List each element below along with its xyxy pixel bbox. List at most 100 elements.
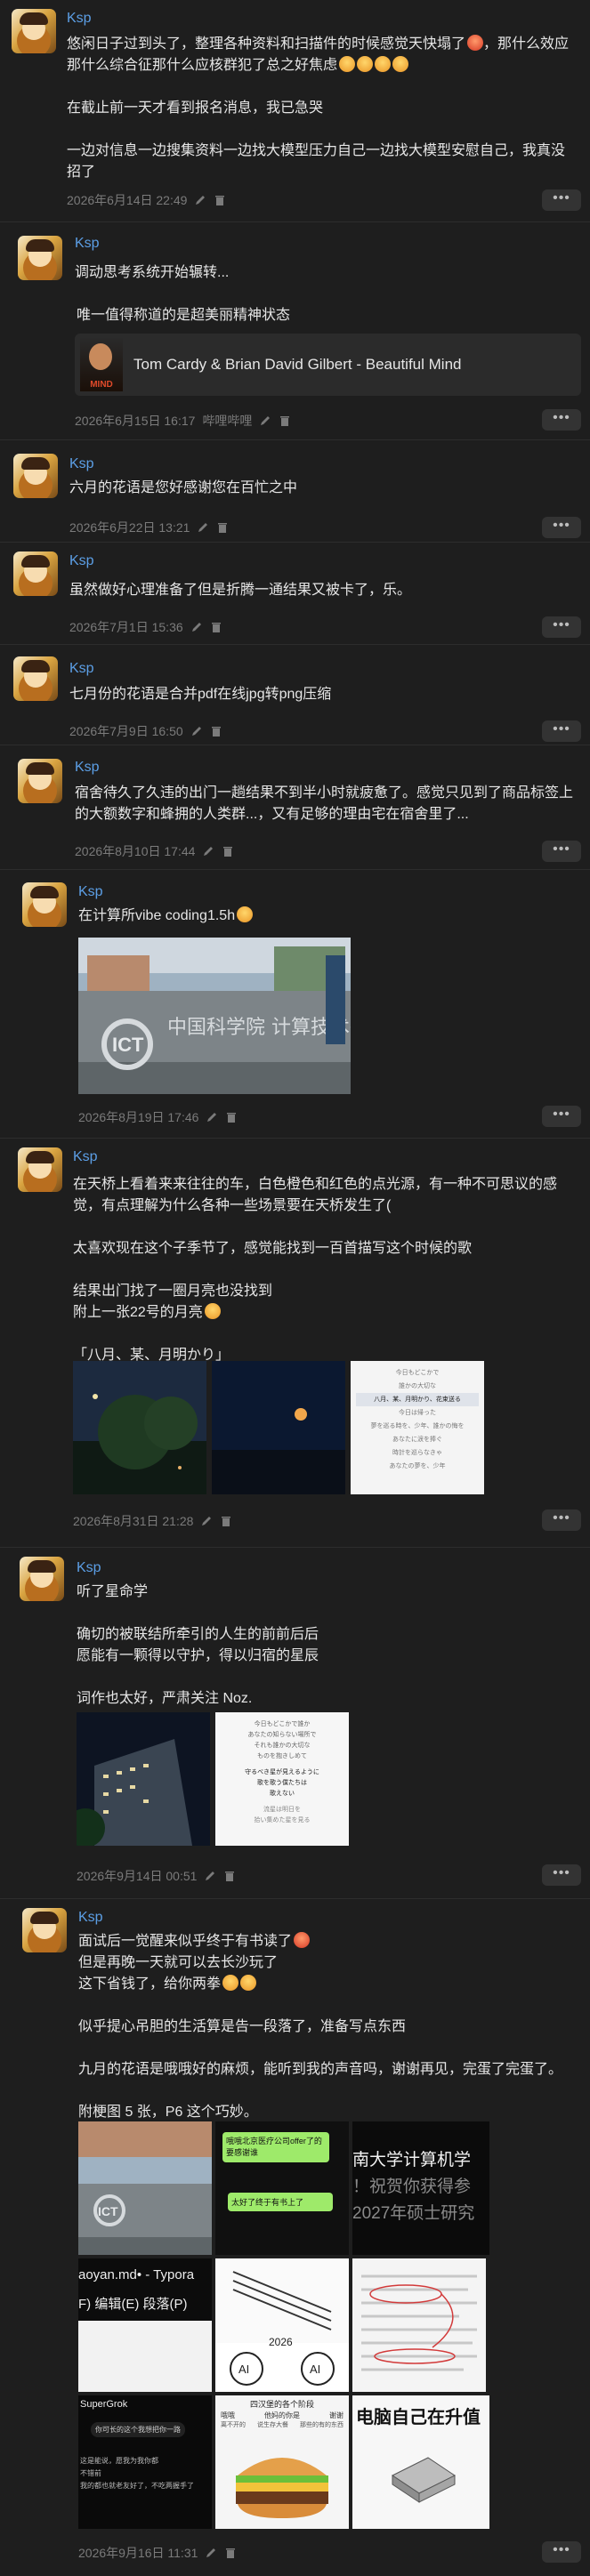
edit-icon[interactable]: [190, 621, 203, 633]
edit-icon[interactable]: [194, 194, 206, 206]
more-button[interactable]: •••: [542, 616, 581, 638]
phone-lyrics-screenshot[interactable]: 今日もどこかで誰か あなたの知らない場所で それも誰かの大切な ものを抱きしめて…: [215, 1712, 349, 1846]
avatar[interactable]: [22, 882, 67, 927]
post-meta: 2026年7月1日 15:36: [69, 618, 222, 636]
post: Ksp 调动思考系统开始辗转... 唯一值得称道的是超美丽精神状态 MIND T…: [0, 222, 590, 440]
post-text: 这下省钱了，给你两拳: [78, 1974, 581, 1995]
grid-burger-meme[interactable]: 四汉堡的各个阶段 哦哦 他妈的你是 谢谢 离不开的 说生存大餐 那些的有的东西: [215, 2395, 349, 2529]
avatar[interactable]: [22, 1908, 67, 1952]
grid-ai-comic[interactable]: 2026 AI AI: [215, 2258, 349, 2392]
edit-icon[interactable]: [197, 521, 209, 534]
sticker-icon: [339, 56, 356, 72]
avatar[interactable]: [13, 551, 58, 596]
grid-admission-text[interactable]: 南大学计算机学 ！祝贺你获得参 2027年硕士研究: [352, 2121, 489, 2255]
avatar[interactable]: [13, 454, 58, 498]
music-card[interactable]: MIND Tom Cardy & Brian David Gilbert - B…: [75, 334, 581, 396]
hard-drive-icon: [392, 2457, 456, 2503]
grid-typora-screenshot[interactable]: aoyan.md• - Typora F) 编辑(E) 段落(P): [78, 2258, 212, 2392]
photo-night-street[interactable]: [73, 1361, 206, 1494]
source-label[interactable]: 哔哩哔哩: [202, 412, 252, 430]
lyrics-screenshot[interactable]: 今日もどこかで 誰かの大切な 八月、某、月明かり、花束送る 今日は帰った 夢を巡…: [351, 1361, 484, 1494]
photo-ict-building[interactable]: ICT 中国科学院 计算技术研究所: [78, 938, 351, 1094]
post-text: 唯一值得称道的是超美丽精神状态: [77, 308, 291, 323]
grid-grok-screenshot[interactable]: SuperGrok 你可长的这个我想把你一路 这是能说，愿我为我你都 不错前 我…: [78, 2395, 212, 2529]
delete-icon[interactable]: [279, 415, 291, 427]
author-name[interactable]: Ksp: [77, 1560, 101, 1576]
grid-chat-screenshot[interactable]: 哦哦北京医疗公司offer了的要感谢谁 太好了终于有书上了: [215, 2121, 349, 2255]
photo-building-night[interactable]: [77, 1712, 210, 1846]
author-name[interactable]: Ksp: [75, 236, 100, 252]
edit-icon[interactable]: [204, 1870, 216, 1882]
grid-annotated-document[interactable]: [352, 2258, 486, 2392]
more-button[interactable]: •••: [542, 2541, 581, 2563]
edit-icon[interactable]: [200, 1515, 213, 1527]
post-text: 附梗图 5 张，P6 这个巧妙。: [78, 2105, 258, 2120]
delete-icon[interactable]: [223, 1870, 236, 1882]
avatar[interactable]: [18, 1147, 62, 1192]
more-button[interactable]: •••: [542, 1509, 581, 1531]
avatar[interactable]: [20, 1557, 64, 1601]
post-text: 招了: [67, 165, 96, 180]
delete-icon[interactable]: [222, 845, 234, 857]
author-name[interactable]: Ksp: [78, 1910, 103, 1926]
post-text: 那什么综合征那什么应核群犯了总之好焦虑: [67, 55, 581, 76]
more-button[interactable]: •••: [542, 1864, 581, 1886]
edit-icon[interactable]: [259, 415, 271, 427]
photo-moon[interactable]: [212, 1361, 345, 1494]
avatar[interactable]: [12, 9, 56, 53]
delete-icon[interactable]: [210, 621, 222, 633]
author-name[interactable]: Ksp: [75, 760, 100, 776]
post-text: 在计算所vibe coding1.5h: [78, 906, 581, 927]
more-button[interactable]: •••: [542, 517, 581, 538]
angry-sticker-icon: [467, 35, 484, 51]
post-text: 七月份的花语是合并pdf在线jpg转png压缩: [69, 687, 332, 702]
author-name[interactable]: Ksp: [69, 661, 94, 677]
avatar[interactable]: [13, 656, 58, 701]
author-name[interactable]: Ksp: [67, 11, 92, 27]
post-meta: 2026年8月10日 17:44: [75, 842, 234, 860]
post-text: 一边对信息一边搜集资料一边找大模型压力自己一边找大模型安慰自己，我真没: [67, 143, 566, 158]
album-cover: MIND: [80, 338, 123, 391]
post-meta: 2026年9月14日 00:51: [77, 1867, 236, 1885]
more-button[interactable]: •••: [542, 1106, 581, 1127]
edit-icon[interactable]: [190, 725, 203, 737]
timestamp: 2026年7月9日 16:50: [69, 724, 183, 738]
more-button[interactable]: •••: [542, 841, 581, 862]
avatar[interactable]: [18, 759, 62, 803]
more-button[interactable]: •••: [542, 189, 581, 211]
post-text: 六月的花语是您好感谢您在百忙之中: [69, 480, 298, 495]
timestamp: 2026年6月22日 13:21: [69, 520, 190, 535]
edit-icon[interactable]: [205, 2547, 217, 2559]
grid-computer-meme[interactable]: 电脑自己在升值: [352, 2395, 489, 2529]
delete-icon[interactable]: [214, 194, 226, 206]
post-text: 宿舍待久了久违的出门一趟结果不到半小时就疲惫了。感觉只见到了商品标签上: [75, 785, 574, 801]
author-name[interactable]: Ksp: [78, 884, 103, 900]
author-name[interactable]: Ksp: [69, 456, 94, 472]
post-text: 似乎提心吊胆的生活算是告一段落了，准备写点东西: [78, 2019, 407, 2034]
fist-sticker-icon: [240, 1975, 257, 1991]
more-button[interactable]: •••: [542, 720, 581, 742]
post-text: 虽然做好心理准备了但是折腾一通结果又被卡了，乐。: [69, 583, 412, 598]
delete-icon[interactable]: [225, 1111, 238, 1123]
timestamp: 2026年7月1日 15:36: [69, 620, 183, 634]
timestamp: 2026年6月15日 16:17: [75, 414, 196, 428]
music-title: Tom Cardy & Brian David Gilbert - Beauti…: [133, 356, 462, 373]
delete-icon[interactable]: [224, 2547, 237, 2559]
author-name[interactable]: Ksp: [69, 553, 94, 569]
post-meta: 2026年8月31日 21:28: [73, 1512, 232, 1530]
post-text: 在天桥上看着来来往往的车，白色橙色和红色的点光源，有一种不可思议的感: [73, 1177, 558, 1192]
post-text: 九月的花语是哦哦好的麻烦，能听到我的声音吗，谢谢再见，完蛋了完蛋了。: [78, 2062, 563, 2077]
edit-icon[interactable]: [206, 1111, 218, 1123]
delete-icon[interactable]: [220, 1515, 232, 1527]
sticker-icon: [237, 906, 254, 922]
timestamp: 2026年9月16日 11:31: [78, 2546, 198, 2560]
author-name[interactable]: Ksp: [73, 1149, 98, 1165]
grid-photo-ict[interactable]: ICT: [78, 2121, 212, 2255]
edit-icon[interactable]: [202, 845, 214, 857]
post: Ksp 在天桥上看着来来往往的车，白色橙色和红色的点光源，有一种不可思议的感 觉…: [0, 1139, 590, 1548]
delete-icon[interactable]: [216, 521, 229, 534]
avatar[interactable]: [18, 236, 62, 280]
post-meta: 2026年8月19日 17:46: [78, 1108, 238, 1126]
more-button[interactable]: •••: [542, 409, 581, 431]
delete-icon[interactable]: [210, 725, 222, 737]
